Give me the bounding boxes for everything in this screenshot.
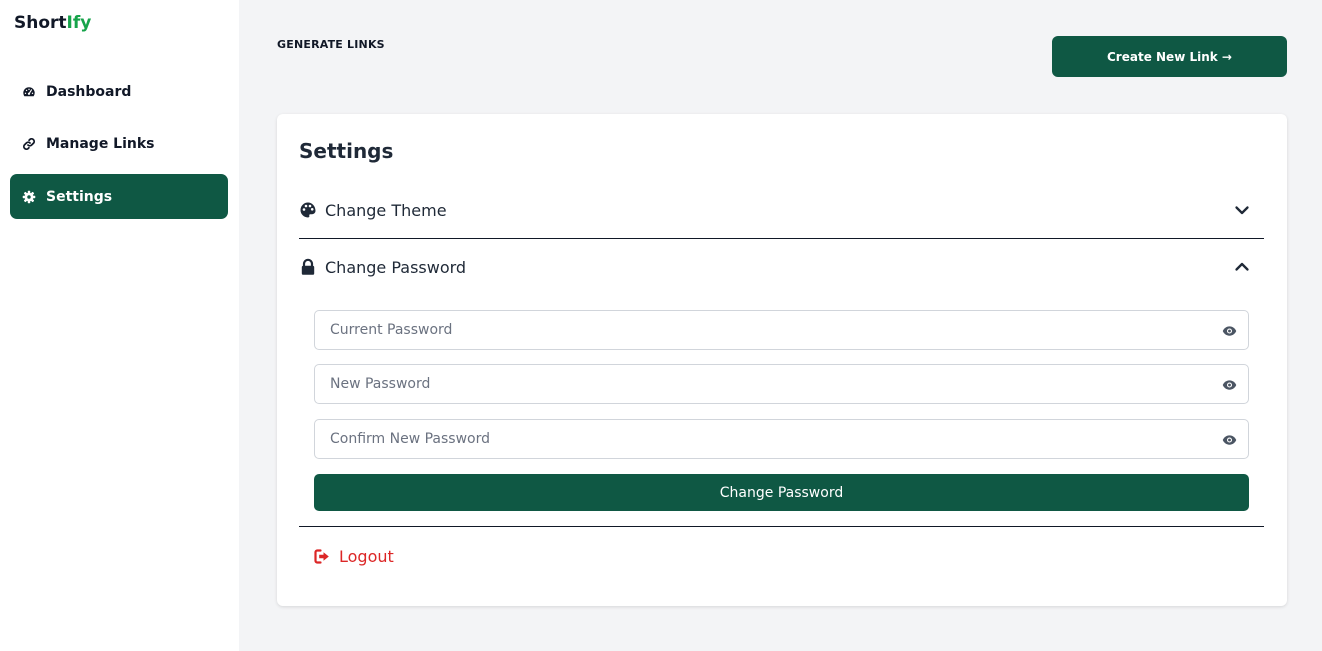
- change-password-toggle[interactable]: Change Password: [299, 247, 1264, 287]
- sign-out-icon: [314, 548, 329, 564]
- confirm-password-input[interactable]: [315, 420, 1248, 458]
- new-password-wrapper: [314, 364, 1249, 404]
- sidebar: ShortIfy Dashboard Manage Links Settings: [0, 0, 239, 651]
- link-icon: [23, 137, 35, 150]
- logout-button[interactable]: Logout: [314, 542, 394, 570]
- sidebar-item-label: Settings: [46, 188, 113, 205]
- logo-text-main: Short: [14, 13, 67, 33]
- new-password-input[interactable]: [315, 365, 1248, 403]
- confirm-password-wrapper: [314, 419, 1249, 459]
- sidebar-item-label: Manage Links: [46, 135, 155, 152]
- page-title: GENERATE LINKS: [277, 38, 385, 51]
- section-divider: [299, 526, 1264, 527]
- change-theme-toggle[interactable]: Change Theme: [299, 190, 1264, 230]
- current-password-input[interactable]: [315, 311, 1248, 349]
- sidebar-item-label: Dashboard: [46, 83, 132, 100]
- sidebar-item-settings[interactable]: Settings: [10, 174, 228, 219]
- chevron-up-icon[interactable]: [1234, 259, 1250, 275]
- gauge-icon: [23, 86, 35, 96]
- sidebar-item-manage-links[interactable]: Manage Links: [10, 121, 228, 166]
- change-password-button[interactable]: Change Password: [314, 474, 1249, 511]
- current-password-wrapper: [314, 310, 1249, 350]
- change-password-label: Change Password: [325, 257, 467, 277]
- chevron-down-icon[interactable]: [1234, 202, 1250, 218]
- eye-icon[interactable]: [1222, 378, 1237, 392]
- change-theme-label: Change Theme: [325, 200, 447, 220]
- eye-icon[interactable]: [1222, 433, 1237, 447]
- section-divider: [299, 238, 1264, 239]
- settings-title: Settings: [299, 139, 394, 163]
- eye-icon[interactable]: [1222, 324, 1237, 338]
- app-logo[interactable]: ShortIfy: [14, 13, 91, 33]
- palette-icon: [300, 202, 316, 218]
- logo-text-accent: Ify: [66, 13, 92, 33]
- lock-icon: [301, 258, 315, 275]
- settings-card: Settings Change Theme Change Password Ch…: [277, 114, 1287, 606]
- logout-label: Logout: [339, 546, 394, 566]
- create-new-link-button[interactable]: Create New Link →: [1052, 36, 1287, 77]
- gear-icon: [22, 190, 36, 203]
- sidebar-item-dashboard[interactable]: Dashboard: [10, 69, 228, 114]
